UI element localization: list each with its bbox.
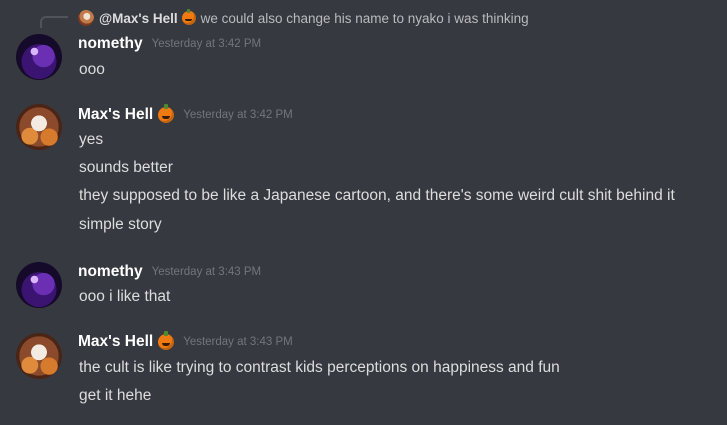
- reply-text[interactable]: we could also change his name to nyako i…: [201, 11, 529, 26]
- message-header: nomethy Yesterday at 3:42 PM: [78, 35, 261, 53]
- message-text: ooo i like that: [79, 288, 171, 305]
- message-text: yes: [79, 131, 104, 148]
- pumpkin-emoji-icon: [158, 104, 175, 123]
- avatar[interactable]: [16, 34, 62, 80]
- pumpkin-emoji-icon: [158, 331, 175, 350]
- message-header: Max's Hell Yesterday at 3:43 PM: [78, 331, 293, 351]
- username[interactable]: nomethy: [78, 263, 143, 281]
- message-text: sounds better: [79, 159, 173, 176]
- avatar[interactable]: [16, 104, 62, 150]
- message-text: simple story: [79, 216, 162, 233]
- username[interactable]: Max's Hell: [78, 106, 153, 124]
- message-text: get it hehe: [79, 387, 152, 404]
- timestamp[interactable]: Yesterday at 3:43 PM: [183, 336, 293, 348]
- reply-connector: [40, 16, 68, 28]
- reply-username[interactable]: @Max's Hell: [99, 11, 178, 26]
- message-header: Max's Hell Yesterday at 3:42 PM: [78, 104, 293, 124]
- timestamp[interactable]: Yesterday at 3:42 PM: [152, 38, 262, 50]
- avatar[interactable]: [16, 262, 62, 308]
- pumpkin-emoji-icon: [181, 9, 196, 25]
- message-text: ooo: [79, 61, 105, 78]
- timestamp[interactable]: Yesterday at 3:42 PM: [183, 109, 293, 121]
- reply-preview[interactable]: @Max's Hell we could also change his nam…: [78, 9, 529, 27]
- username[interactable]: nomethy: [78, 35, 143, 53]
- username[interactable]: Max's Hell: [78, 333, 153, 351]
- message-text: the cult is like trying to contrast kids…: [79, 359, 560, 376]
- reply-avatar[interactable]: [78, 10, 94, 26]
- chat-message-list: @Max's Hell we could also change his nam…: [0, 0, 727, 425]
- message-text: they supposed to be like a Japanese cart…: [79, 187, 675, 204]
- message-header: nomethy Yesterday at 3:43 PM: [78, 263, 261, 281]
- avatar[interactable]: [16, 333, 62, 379]
- timestamp[interactable]: Yesterday at 3:43 PM: [152, 266, 262, 278]
